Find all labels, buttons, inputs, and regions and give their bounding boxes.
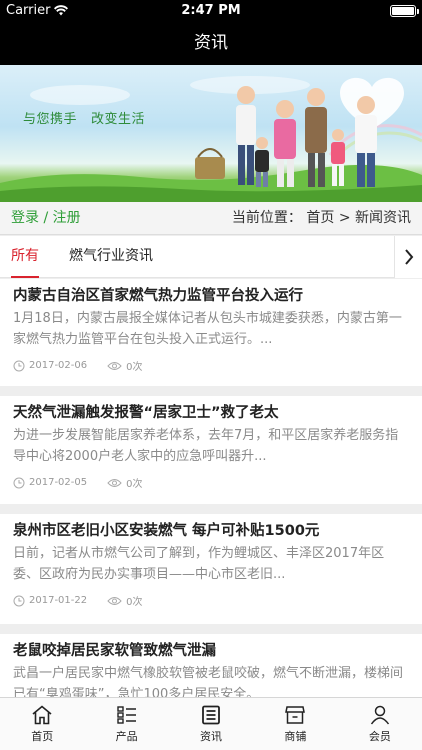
tabbar-member-label: 会员 xyxy=(368,730,391,743)
breadcrumb-prefix: 当前位置： xyxy=(231,210,302,226)
login-link[interactable]: 登录 xyxy=(11,210,39,226)
store-icon xyxy=(285,706,306,724)
breadcrumb-separator: > xyxy=(338,210,351,226)
article-list: 内蒙古自治区首家燃气热力监管平台投入运行 1月18日，内蒙古晨报全媒体记者从包头… xyxy=(0,279,422,697)
home-icon xyxy=(32,705,52,725)
category-tabs: 所有 燃气行业资讯 xyxy=(0,236,422,278)
article-summary: 日前，记者从市燃气公司了解到，作为鲤城区、丰泽区2017年区委、区政府为民办实事… xyxy=(13,546,385,582)
login-register: 登录 / 注册 xyxy=(11,202,81,235)
breadcrumb-current: 新闻资讯 xyxy=(355,210,411,226)
login-separator: / xyxy=(43,210,49,226)
tabbar-home-label: 首页 xyxy=(31,730,54,743)
breadcrumb: 当前位置： 首页 > 新闻资讯 xyxy=(232,202,411,235)
battery-icon xyxy=(390,5,419,17)
article-item[interactable]: 内蒙古自治区首家燃气热力监管平台投入运行 1月18日，内蒙古晨报全媒体记者从包头… xyxy=(0,279,422,386)
article-views: 0次 xyxy=(126,597,143,608)
clock-icon xyxy=(13,477,25,488)
article-title[interactable]: 泉州市区老旧小区安装燃气 每户可补贴1500元 xyxy=(13,519,319,540)
article-meta: 2017-02-05 0次 xyxy=(13,475,143,490)
breadcrumb-home-link[interactable]: 首页 xyxy=(306,210,334,226)
banner-slogan-right: 改变生活 xyxy=(91,112,146,127)
banner-slogan: 与您携手 改变生活 xyxy=(23,108,159,127)
status-bar: Carrier 2:47 PM xyxy=(0,0,422,22)
banner-image: 与您携手 改变生活 xyxy=(0,65,422,202)
tabbar-stores[interactable]: 商铺 xyxy=(253,698,337,750)
login-bar: 登录 / 注册 当前位置： 首页 > 新闻资讯 xyxy=(0,202,422,235)
article-date: 2017-01-22 xyxy=(29,595,88,606)
article-meta: 2017-02-06 0次 xyxy=(13,358,143,373)
register-link[interactable]: 注册 xyxy=(53,210,81,226)
tabbar-stores-label: 商铺 xyxy=(284,730,307,743)
article-summary: 武昌一户居民家中燃气橡胶软管被老鼠咬破，燃气不断泄漏，楼梯间已有“臭鸡蛋味”，急… xyxy=(13,666,404,697)
tabbar-home[interactable]: 首页 xyxy=(0,698,84,750)
eye-icon xyxy=(107,361,122,370)
tab-all[interactable]: 所有 xyxy=(11,236,39,278)
article-summary: 为进一步发展智能居家养老体系，去年7月，和平区居家养老服务指导中心将2000户老… xyxy=(13,428,399,464)
eye-icon xyxy=(107,596,122,605)
article-summary: 1月18日，内蒙古晨报全媒体记者从包头市城建委获悉，内蒙古第一家燃气热力监管平台… xyxy=(13,311,402,347)
page-title: 资讯 xyxy=(194,33,228,53)
product-list-icon xyxy=(116,706,136,724)
article-views: 0次 xyxy=(126,362,143,373)
member-icon xyxy=(370,705,389,725)
status-time: 2:47 PM xyxy=(181,3,241,18)
nav-bar: 资讯 xyxy=(0,22,422,65)
clock-icon xyxy=(13,595,25,606)
tab-gas-industry-news[interactable]: 燃气行业资讯 xyxy=(69,236,153,278)
tabbar-news-label: 资讯 xyxy=(200,730,223,743)
article-meta: 2017-01-22 0次 xyxy=(13,593,143,608)
family-illustration xyxy=(0,76,422,202)
article-item[interactable]: 泉州市区老旧小区安装燃气 每户可补贴1500元 日前，记者从市燃气公司了解到，作… xyxy=(0,514,422,624)
article-item[interactable]: 天然气泄漏触发报警“居家卫士”救了老太 为进一步发展智能居家养老体系，去年7月，… xyxy=(0,396,422,504)
tabbar-news[interactable]: 资讯 xyxy=(169,698,253,750)
article-views: 0次 xyxy=(126,479,143,490)
article-title[interactable]: 天然气泄漏触发报警“居家卫士”救了老太 xyxy=(13,401,279,422)
clock-icon xyxy=(13,360,25,371)
eye-icon xyxy=(107,478,122,487)
banner-slogan-left: 与您携手 xyxy=(23,112,78,127)
tabbar-member[interactable]: 会员 xyxy=(338,698,422,750)
tabbar-products[interactable]: 产品 xyxy=(84,698,168,750)
article-date: 2017-02-06 xyxy=(29,360,88,371)
bottom-tab-bar: 首页 产品 资讯 商铺 会员 xyxy=(0,697,422,750)
news-icon xyxy=(202,705,220,725)
chevron-right-icon xyxy=(404,249,413,265)
tabs-scroll-right-button[interactable] xyxy=(394,236,422,278)
article-title[interactable]: 老鼠咬掉居民家软管致燃气泄漏 xyxy=(13,639,216,660)
article-date: 2017-02-05 xyxy=(29,477,88,488)
article-title[interactable]: 内蒙古自治区首家燃气热力监管平台投入运行 xyxy=(13,284,303,305)
tabbar-products-label: 产品 xyxy=(115,730,138,743)
article-item[interactable]: 老鼠咬掉居民家软管致燃气泄漏 武昌一户居民家中燃气橡胶软管被老鼠咬破，燃气不断泄… xyxy=(0,634,422,697)
